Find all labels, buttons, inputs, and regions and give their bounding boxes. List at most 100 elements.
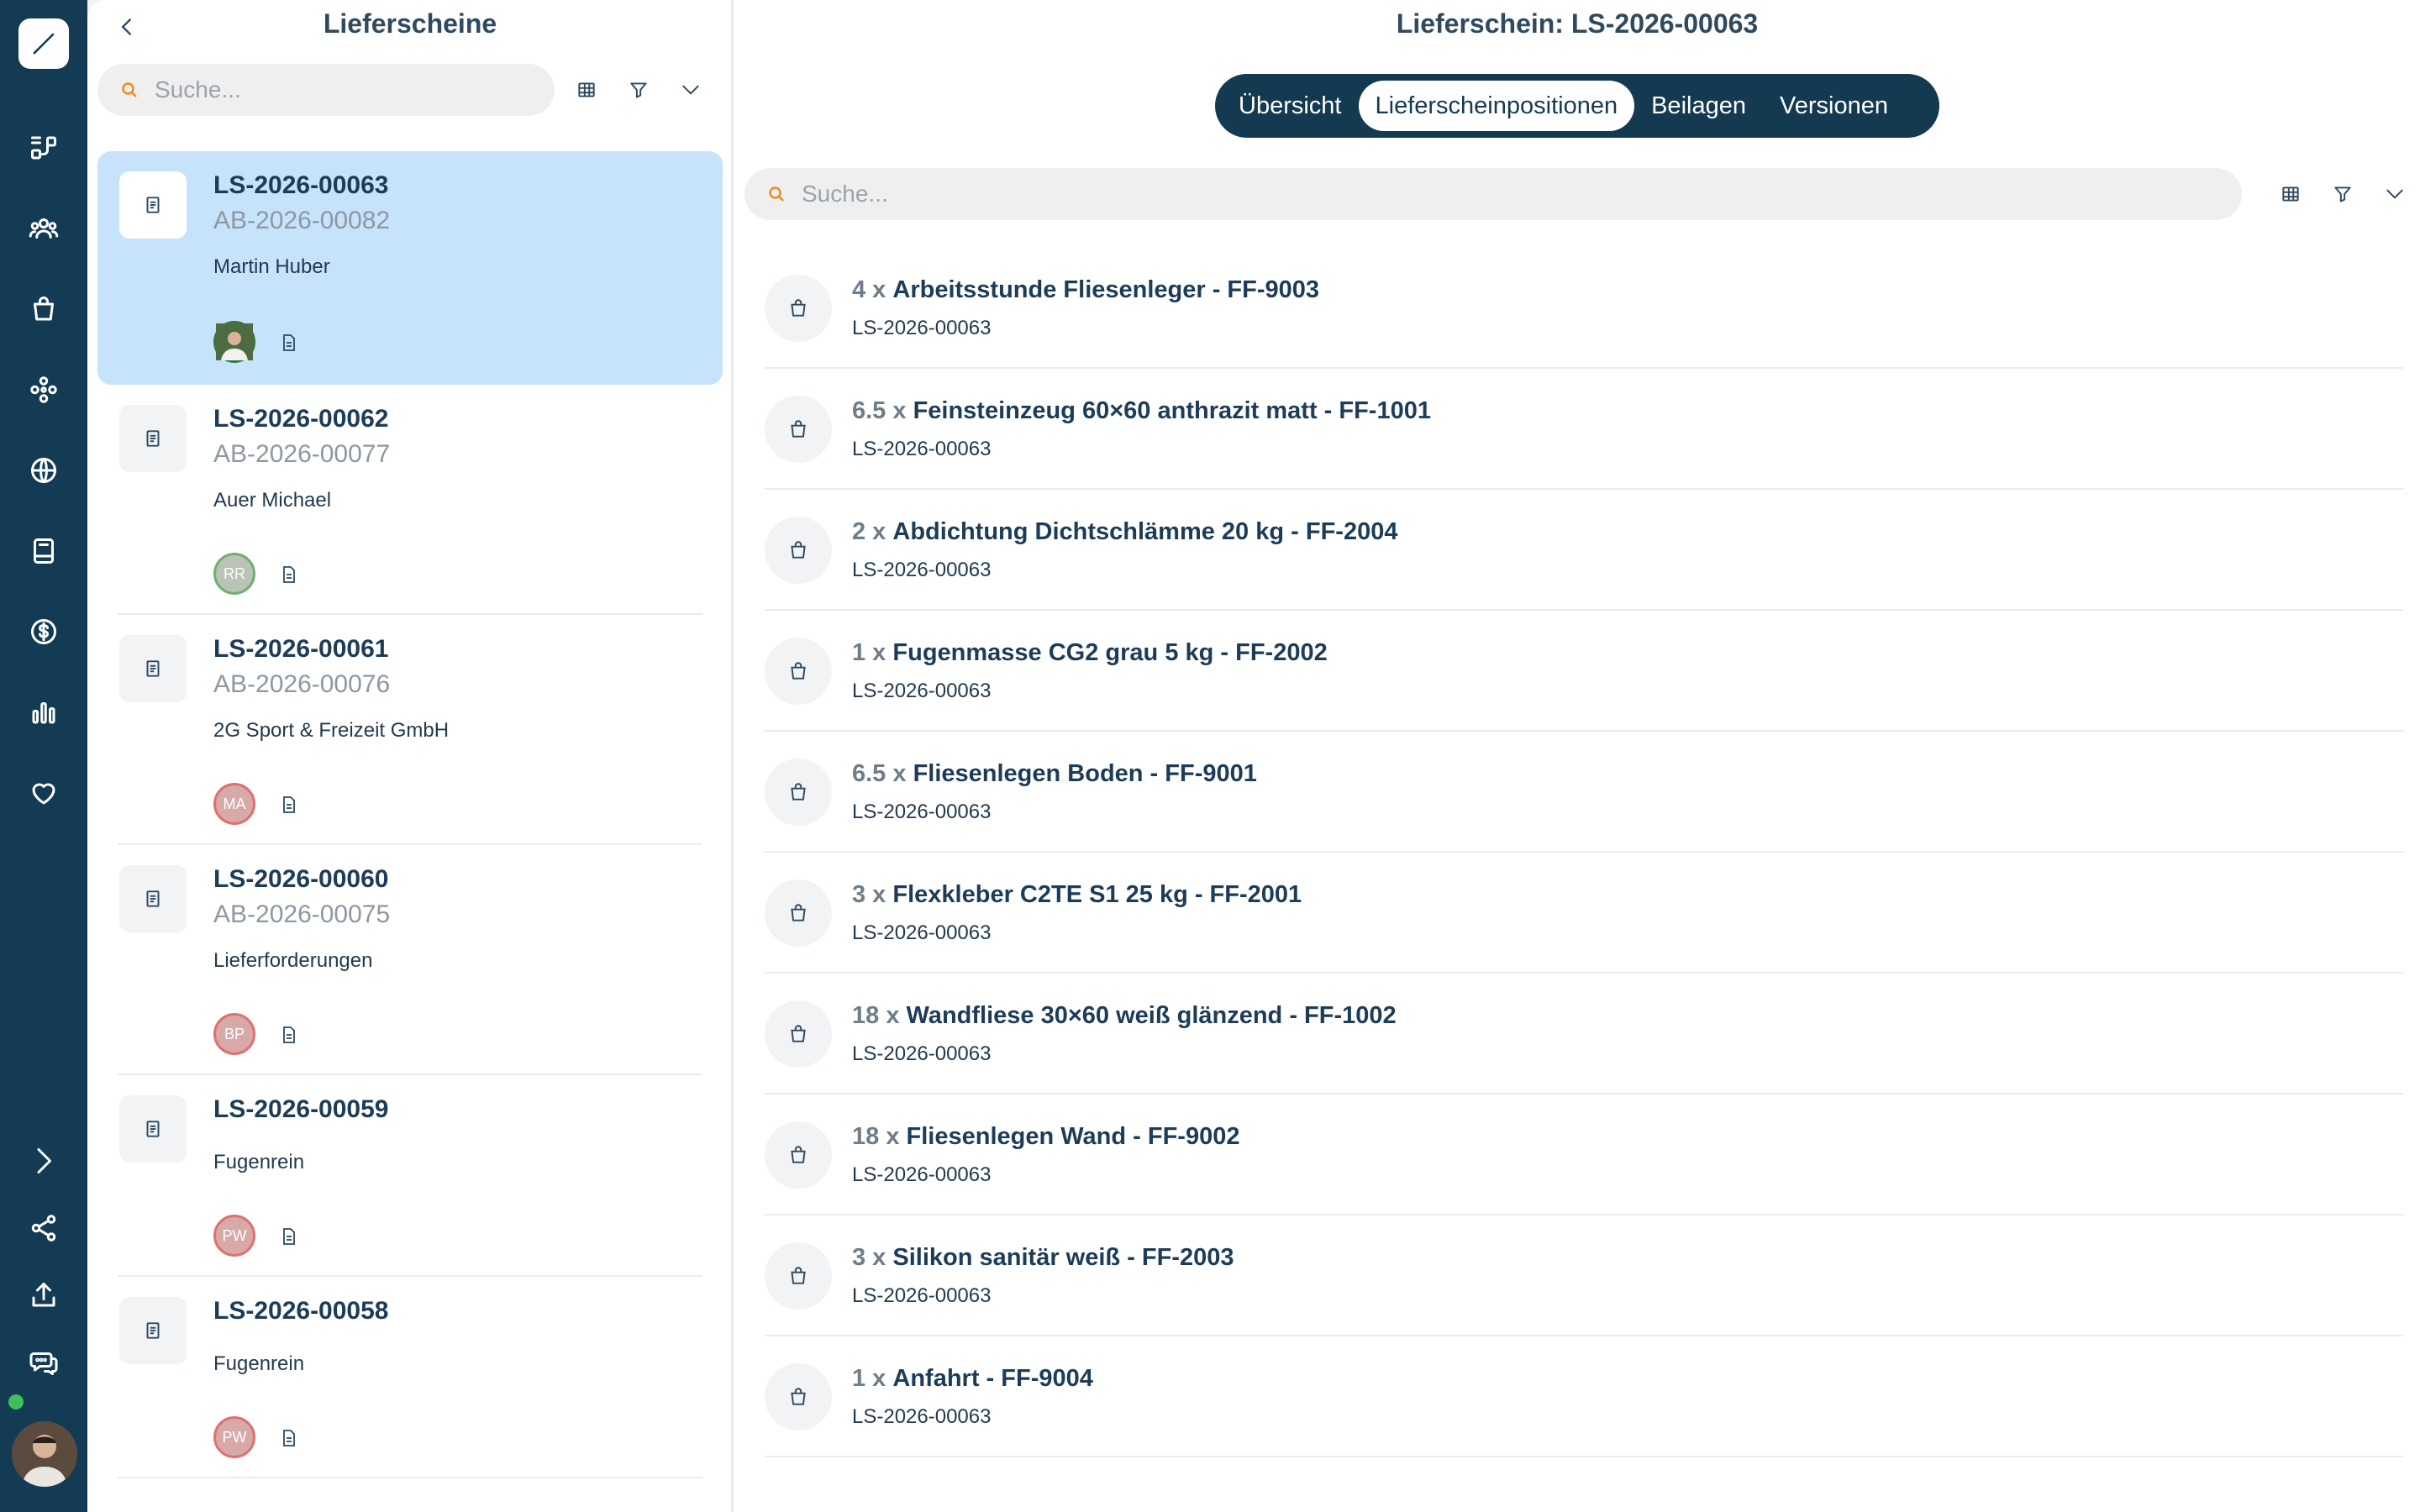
users-icon[interactable] xyxy=(18,203,69,254)
attachment-icon[interactable] xyxy=(277,563,301,586)
divider xyxy=(118,843,702,845)
position-name: Anfahrt - FF-9004 xyxy=(892,1365,1093,1392)
position-reference: LS-2026-00063 xyxy=(852,680,992,702)
position-reference: LS-2026-00063 xyxy=(852,1284,992,1307)
expand-button[interactable] xyxy=(2376,176,2413,213)
table-icon xyxy=(2282,186,2299,202)
chevron-right-icon[interactable] xyxy=(18,1136,69,1186)
attachment-icon[interactable] xyxy=(277,793,301,816)
position-row[interactable]: 18 x Fliesenlegen Wand - FF-9002 LS-2026-… xyxy=(765,1095,2403,1215)
heart-icon[interactable] xyxy=(18,768,69,818)
position-quantity: 6.5 x xyxy=(852,760,907,787)
bar-chart-icon[interactable] xyxy=(18,687,69,738)
card-customer: Fugenrein xyxy=(213,1352,305,1375)
card-customer: Martin Huber xyxy=(213,255,330,278)
divider xyxy=(118,1477,702,1478)
shopping-bag-icon xyxy=(765,1363,832,1431)
position-title: 1 x Fugenmasse CG2 grau 5 kg - FF-2002 xyxy=(852,639,1328,667)
position-row[interactable]: 6.5 x Fliesenlegen Boden - FF-9001 LS-202… xyxy=(765,732,2403,853)
position-name: Fliesenlegen Boden - FF-9001 xyxy=(913,760,1257,787)
position-row[interactable]: 1 x Fugenmasse CG2 grau 5 kg - FF-2002 LS… xyxy=(765,611,2403,732)
delivery-note-card[interactable]: LS-2026-00059 Fugenrein PW xyxy=(97,1079,723,1277)
tab-versionen[interactable]: Versionen xyxy=(1763,81,1905,131)
position-title: 18 x Fliesenlegen Wand - FF-9002 xyxy=(852,1123,1239,1151)
main-navigation-rail xyxy=(0,0,87,1512)
position-row[interactable]: 18 x Wandfliese 30×60 weiß glänzend - FF… xyxy=(765,974,2403,1095)
document-icon xyxy=(119,405,187,472)
position-row[interactable]: 3 x Silikon sanitär weiß - FF-2003 LS-202… xyxy=(765,1215,2403,1336)
avatar: RR xyxy=(213,553,255,595)
globe-icon[interactable] xyxy=(18,445,69,496)
search-icon xyxy=(766,184,786,204)
divider xyxy=(765,1456,2403,1457)
position-row[interactable]: 3 x Flexkleber C2TE S1 25 kg - FF-2001 LS… xyxy=(765,853,2403,974)
divider xyxy=(118,1074,702,1075)
document-icon xyxy=(119,865,187,932)
chat-icon[interactable] xyxy=(18,1337,69,1388)
position-name: Arbeitsstunde Fliesenleger - FF-9003 xyxy=(892,276,1320,303)
table-view-button[interactable] xyxy=(568,71,605,108)
list-search-box[interactable] xyxy=(97,64,555,116)
position-title: 1 x Anfahrt - FF-9004 xyxy=(852,1365,1093,1393)
positions-search-box[interactable] xyxy=(744,168,2242,220)
filter-button[interactable] xyxy=(2324,176,2361,213)
card-customer: Auer Michael xyxy=(213,489,332,512)
document-icon xyxy=(119,1297,187,1364)
attachment-icon[interactable] xyxy=(277,331,301,354)
shopping-bag-icon[interactable] xyxy=(18,284,69,334)
card-order-number: AB-2026-00075 xyxy=(213,900,391,928)
divider xyxy=(118,613,702,615)
position-reference: LS-2026-00063 xyxy=(852,1405,992,1428)
card-number: LS-2026-00062 xyxy=(213,405,389,433)
attachment-icon[interactable] xyxy=(277,1225,301,1248)
delivery-note-card[interactable]: LS-2026-00058 Fugenrein PW xyxy=(97,1280,723,1478)
shopping-bag-icon xyxy=(765,275,832,342)
position-row[interactable]: 6.5 x Feinsteinzeug 60×60 anthrazit matt… xyxy=(765,369,2403,490)
position-name: Fliesenlegen Wand - FF-9002 xyxy=(906,1123,1240,1150)
flow-icon[interactable] xyxy=(18,123,69,173)
filter-button[interactable] xyxy=(620,71,657,108)
position-row[interactable]: 2 x Abdichtung Dichtschlämme 20 kg - FF-… xyxy=(765,490,2403,611)
delivery-note-card[interactable]: LS-2026-00063 AB-2026-00082 Martin Huber xyxy=(97,151,723,385)
card-number: LS-2026-00061 xyxy=(213,635,389,663)
position-name: Feinsteinzeug 60×60 anthrazit matt - FF-… xyxy=(913,397,1431,424)
tab-lieferscheinpositionen[interactable]: Lieferscheinpositionen xyxy=(1358,81,1635,131)
filter-icon xyxy=(2334,186,2351,202)
upload-icon[interactable] xyxy=(18,1270,69,1320)
filter-icon xyxy=(630,82,647,98)
position-reference: LS-2026-00063 xyxy=(852,317,992,339)
attachment-icon[interactable] xyxy=(277,1426,301,1450)
position-quantity: 3 x xyxy=(852,881,886,908)
position-quantity: 18 x xyxy=(852,1123,900,1150)
expand-button[interactable] xyxy=(672,71,709,108)
user-avatar[interactable] xyxy=(12,1421,77,1487)
position-row[interactable]: 4 x Arbeitsstunde Fliesenleger - FF-9003… xyxy=(765,248,2403,369)
position-quantity: 1 x xyxy=(852,639,886,666)
shopping-bag-icon xyxy=(765,1242,832,1310)
position-row[interactable]: 1 x Anfahrt - FF-9004 LS-2026-00063 xyxy=(765,1336,2403,1457)
card-number: LS-2026-00063 xyxy=(213,171,389,199)
card-order-number: AB-2026-00082 xyxy=(213,207,391,234)
book-icon[interactable] xyxy=(18,526,69,576)
position-title: 3 x Silikon sanitär weiß - FF-2003 xyxy=(852,1244,1234,1272)
tab-beilagen[interactable]: Beilagen xyxy=(1634,81,1763,131)
share-icon[interactable] xyxy=(18,1203,69,1253)
logo-pen-icon[interactable] xyxy=(18,18,69,69)
delivery-note-card[interactable]: LS-2026-00062 AB-2026-00077 Auer Michael… xyxy=(97,388,723,615)
position-quantity: 1 x xyxy=(852,1365,886,1392)
attachment-icon[interactable] xyxy=(277,1023,301,1047)
avatar: PW xyxy=(213,1416,255,1458)
shopping-bag-icon xyxy=(765,879,832,947)
positions-search-input[interactable] xyxy=(802,181,2146,207)
position-reference: LS-2026-00063 xyxy=(852,801,992,823)
delivery-note-card[interactable]: LS-2026-00061 AB-2026-00076 2G Sport & F… xyxy=(97,618,723,845)
position-title: 4 x Arbeitsstunde Fliesenleger - FF-9003 xyxy=(852,276,1319,304)
list-search-input[interactable] xyxy=(155,76,508,103)
table-view-button[interactable] xyxy=(2272,176,2309,213)
divider xyxy=(118,1275,702,1277)
tab-uebersicht[interactable]: Übersicht xyxy=(1222,81,1359,131)
card-customer: 2G Sport & Freizeit GmbH xyxy=(213,719,450,742)
dollar-icon[interactable] xyxy=(18,606,69,657)
delivery-note-card[interactable]: LS-2026-00060 AB-2026-00075 Lieferforder… xyxy=(97,848,723,1075)
modules-icon[interactable] xyxy=(18,365,69,415)
